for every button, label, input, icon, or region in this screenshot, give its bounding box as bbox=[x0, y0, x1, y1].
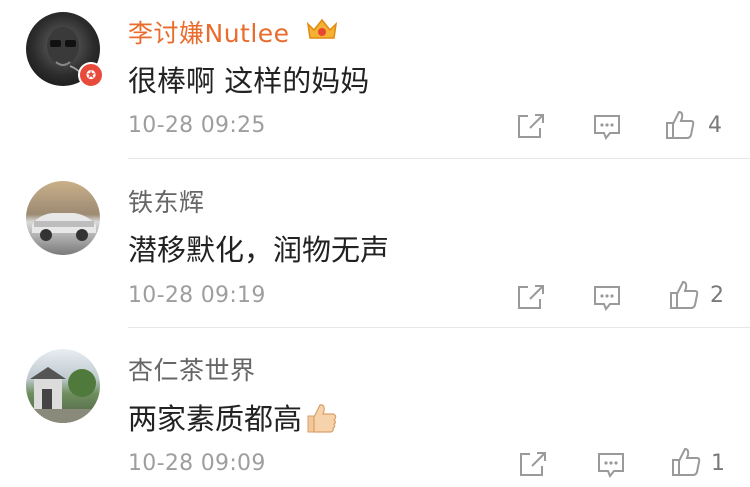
comment-time: 10-28 09:09 bbox=[128, 451, 266, 476]
avatar[interactable] bbox=[26, 349, 100, 423]
comment-time: 10-28 09:19 bbox=[128, 283, 266, 308]
thumbs-up-emoji-icon bbox=[307, 404, 337, 433]
comment-icon[interactable] bbox=[592, 284, 622, 312]
like-icon[interactable] bbox=[664, 109, 696, 141]
like-count: 2 bbox=[710, 283, 724, 308]
comment-time: 10-28 09:25 bbox=[128, 113, 266, 138]
comment-item: 杏仁茶世界 两家素质都高 10-28 09:09 1 bbox=[0, 328, 750, 487]
crown-icon bbox=[306, 18, 338, 39]
comment-item: ✪ 李讨嫌Nutlee 很棒啊 这样的妈妈 10-28 09:25 4 bbox=[0, 0, 750, 158]
avatar[interactable] bbox=[26, 181, 100, 255]
like-count: 4 bbox=[708, 113, 722, 138]
share-icon[interactable] bbox=[516, 112, 546, 140]
comment-icon[interactable] bbox=[596, 451, 626, 479]
comment-text: 潜移默化，润物无声 bbox=[128, 233, 390, 267]
comment-item: 铁东辉 潜移默化，润物无声 10-28 09:19 2 bbox=[0, 159, 750, 327]
share-icon[interactable] bbox=[516, 283, 546, 311]
like-count: 1 bbox=[711, 451, 725, 476]
comment-icon[interactable] bbox=[592, 113, 622, 141]
username[interactable]: 李讨嫌Nutlee bbox=[128, 14, 290, 50]
share-icon[interactable] bbox=[518, 450, 548, 478]
comment-text-content: 两家素质都高 bbox=[128, 402, 303, 436]
comment-text: 两家素质都高 bbox=[128, 396, 338, 438]
username[interactable]: 铁东辉 bbox=[128, 183, 205, 219]
verified-star-icon: ✪ bbox=[78, 62, 104, 88]
like-icon[interactable] bbox=[668, 279, 700, 311]
username[interactable]: 杏仁茶世界 bbox=[128, 351, 256, 387]
comment-text: 很棒啊 这样的妈妈 bbox=[128, 64, 370, 98]
like-icon[interactable] bbox=[670, 446, 702, 478]
